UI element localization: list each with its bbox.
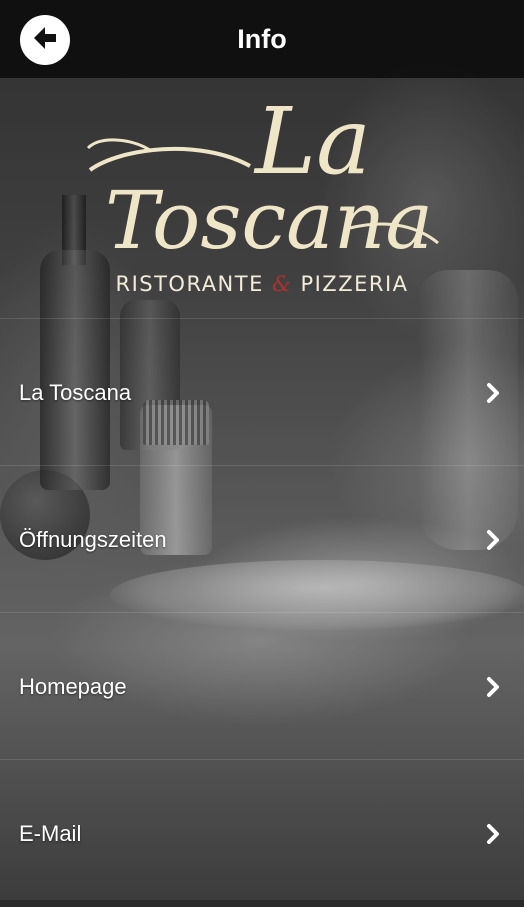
menu-item-label: Öffnungszeiten [19, 526, 167, 552]
back-button[interactable] [20, 15, 70, 65]
menu-item-label: E-Mail [19, 820, 82, 846]
menu-item-label: Homepage [19, 673, 127, 699]
menu-item-oeffnungszeiten[interactable]: Öffnungszeiten [0, 465, 524, 613]
logo-line-2: Toscana [105, 174, 433, 267]
page-title: Info [237, 23, 287, 54]
chevron-right-icon [487, 529, 499, 550]
logo-ampersand: & [272, 272, 293, 296]
chevron-right-icon [487, 382, 499, 403]
menu-item-email[interactable]: E-Mail [0, 759, 524, 907]
menu-item-label: La Toscana [19, 379, 132, 405]
logo-tagline: RISTORANTE & PIZZERIA [0, 272, 524, 296]
menu-item-homepage[interactable]: Homepage [0, 612, 524, 760]
chevron-right-icon [487, 676, 499, 697]
logo-tagline-left: RISTORANTE [115, 272, 264, 296]
top-bar: Info [0, 0, 524, 78]
menu-item-la-toscana[interactable]: La Toscana [0, 318, 524, 466]
logo-tagline-right: PIZZERIA [300, 272, 409, 296]
chevron-right-icon [487, 823, 499, 844]
arrow-left-icon [30, 23, 60, 58]
